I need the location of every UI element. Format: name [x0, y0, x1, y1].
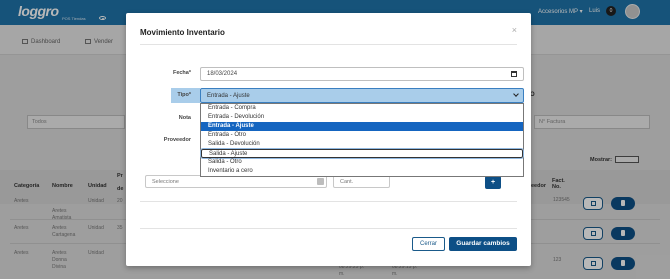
proveedor-label: Proveedor — [163, 137, 191, 143]
tipo-option[interactable]: Entrada - Otro — [201, 131, 523, 140]
tipo-option[interactable]: Salida - Devolución — [201, 140, 523, 149]
nota-label: Nota — [178, 115, 191, 121]
calendar-icon[interactable] — [511, 71, 517, 77]
tipo-option[interactable]: Entrada - Ajuste — [201, 122, 523, 131]
header-divider — [140, 44, 517, 45]
inventory-movement-modal: Movimiento Inventario × Fecha* 18/03/202… — [126, 13, 531, 266]
tipo-option[interactable]: Entrada - Devolución — [201, 113, 523, 122]
chevron-down-icon — [317, 178, 324, 185]
tipo-dropdown-list: Entrada - Compra Entrada - Devolución En… — [200, 103, 524, 177]
fecha-label: Fecha* — [172, 70, 191, 76]
tipo-option[interactable]: Entrada - Compra — [201, 104, 523, 113]
cantidad-placeholder: Cant. — [340, 179, 354, 185]
tipo-option[interactable]: Salida - Ajuste — [200, 148, 524, 159]
modal-title: Movimiento Inventario — [140, 28, 225, 37]
body-divider — [140, 201, 517, 202]
cancel-button[interactable]: Cerrar — [412, 237, 445, 251]
producto-placeholder: Seleccione — [152, 179, 179, 185]
tipo-select[interactable]: Entrada - Ajuste — [200, 88, 524, 103]
close-icon[interactable]: × — [512, 25, 517, 35]
add-item-button[interactable]: + — [485, 176, 501, 189]
tipo-option[interactable]: Inventario a cero — [201, 167, 523, 176]
save-button[interactable]: Guardar cambios — [449, 237, 517, 251]
footer-divider — [140, 228, 517, 229]
tipo-value: Entrada - Ajuste — [207, 93, 250, 99]
fecha-value: 18/03/2024 — [207, 71, 238, 77]
chevron-down-icon — [513, 91, 519, 97]
tipo-label: Tipo* — [177, 92, 191, 98]
tipo-option[interactable]: Salida - Otro — [201, 158, 523, 167]
fecha-input[interactable]: 18/03/2024 — [200, 67, 524, 81]
